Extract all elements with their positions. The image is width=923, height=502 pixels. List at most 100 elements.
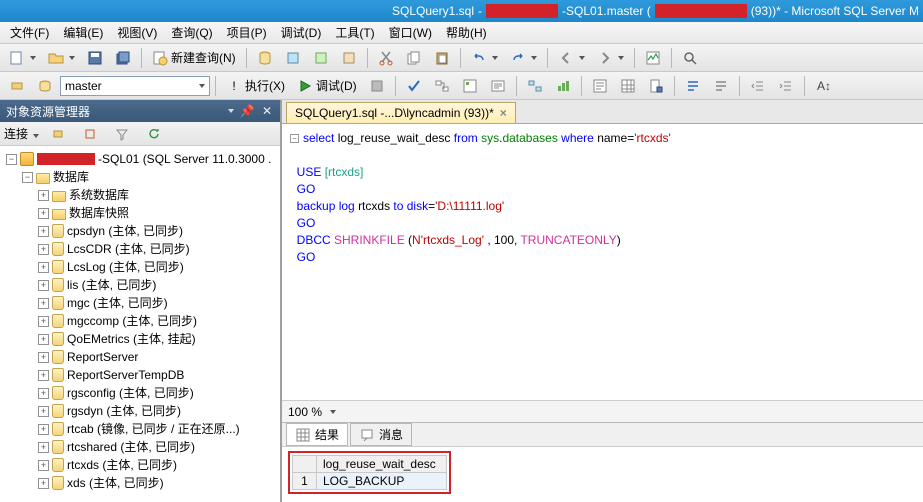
tree-db-item[interactable]: +lis (主体, 已同步) — [38, 276, 278, 294]
comment-button[interactable] — [680, 75, 706, 97]
menu-project[interactable]: 项目(P) — [221, 22, 273, 43]
tree-db-item[interactable]: +LcsLog (主体, 已同步) — [38, 258, 278, 276]
row-number[interactable]: 1 — [293, 473, 317, 490]
results-to-file-button[interactable] — [643, 75, 669, 97]
messages-tab[interactable]: 消息 — [350, 423, 412, 446]
tree-db-item[interactable]: +cpsdyn (主体, 已同步) — [38, 222, 278, 240]
tree-db-item[interactable]: +mgccomp (主体, 已同步) — [38, 312, 278, 330]
activity-icon — [645, 50, 661, 66]
results-to-grid-button[interactable] — [615, 75, 641, 97]
filter-button[interactable] — [109, 123, 135, 145]
folder-icon — [36, 173, 50, 184]
estimated-plan-button[interactable] — [429, 75, 455, 97]
results-grid[interactable]: log_reuse_wait_desc 1LOG_BACKUP — [282, 446, 923, 502]
specify-values-button[interactable]: A↕ — [810, 75, 836, 97]
menu-help[interactable]: 帮助(H) — [440, 22, 493, 43]
tree-db-item[interactable]: +rgsdyn (主体, 已同步) — [38, 402, 278, 420]
actual-plan-button[interactable] — [522, 75, 548, 97]
close-tab-button[interactable]: × — [500, 106, 507, 120]
available-db-button[interactable] — [32, 75, 58, 97]
menu-edit[interactable]: 编辑(E) — [57, 22, 109, 43]
database-icon — [52, 368, 64, 382]
decrease-indent-button[interactable] — [745, 75, 771, 97]
cut-button[interactable] — [373, 47, 399, 69]
uncomment-button[interactable] — [708, 75, 734, 97]
document-tab[interactable]: SQLQuery1.sql -...D\lyncadmin (93))* × — [286, 102, 516, 123]
results-to-text-button[interactable] — [587, 75, 613, 97]
copy-button[interactable] — [401, 47, 427, 69]
new-query-button[interactable]: 新建查询(N) — [147, 46, 241, 69]
activity-monitor-button[interactable] — [640, 47, 666, 69]
menu-query[interactable]: 查询(Q) — [165, 22, 218, 43]
results-tab[interactable]: 结果 — [286, 423, 348, 446]
open-folder-icon — [48, 50, 64, 66]
tree-db-item[interactable]: +LcsCDR (主体, 已同步) — [38, 240, 278, 258]
change-connection-button[interactable] — [4, 75, 30, 97]
cell-value[interactable]: LOG_BACKUP — [317, 473, 447, 490]
tree-db-item[interactable]: +mgc (主体, 已同步) — [38, 294, 278, 312]
zoom-level[interactable]: 100 % — [288, 405, 322, 419]
tree-db-item[interactable]: +rtcshared (主体, 已同步) — [38, 438, 278, 456]
undo-button[interactable] — [466, 47, 503, 69]
dmx-query-button[interactable] — [308, 47, 334, 69]
parse-button[interactable] — [401, 75, 427, 97]
nav-fwd-button[interactable] — [592, 47, 629, 69]
parse-icon — [406, 78, 422, 94]
tree-db-item[interactable]: +ReportServerTempDB — [38, 366, 278, 384]
cancel-query-button[interactable] — [364, 75, 390, 97]
menu-window[interactable]: 窗口(W) — [383, 22, 438, 43]
pin-icon[interactable]: 📌 — [240, 104, 254, 118]
tree-databases-folder[interactable]: −数据库 — [22, 168, 278, 186]
plug-icon — [50, 126, 66, 142]
tree-db-item[interactable]: +rtcab (镜像, 已同步 / 正在还原...) — [38, 420, 278, 438]
indent-icon — [778, 78, 794, 94]
tree-server-node[interactable]: −-SQL01 (SQL Server 11.0.3000 . — [6, 150, 278, 168]
increase-indent-button[interactable] — [773, 75, 799, 97]
tree-snapshot[interactable]: +数据库快照 — [38, 204, 278, 222]
save-button[interactable] — [82, 47, 108, 69]
tree-db-item[interactable]: +ReportServer — [38, 348, 278, 366]
undo-icon — [471, 50, 487, 66]
tree-db-item[interactable]: +QoEMetrics (主体, 挂起) — [38, 330, 278, 348]
debug-button[interactable]: 调试(D) — [292, 74, 362, 97]
redo-button[interactable] — [505, 47, 542, 69]
refresh-button[interactable] — [141, 123, 167, 145]
paste-button[interactable] — [429, 47, 455, 69]
sql-editor[interactable]: −select log_reuse_wait_desc from sys.dat… — [282, 124, 923, 400]
database-icon — [52, 224, 64, 238]
close-panel-button[interactable]: ✕ — [260, 104, 274, 118]
save-all-button[interactable] — [110, 47, 136, 69]
nav-back-button[interactable] — [553, 47, 590, 69]
disconnect-button[interactable] — [45, 123, 71, 145]
tree-db-item[interactable]: +xds (主体, 已同步) — [38, 474, 278, 492]
client-stats-button[interactable] — [550, 75, 576, 97]
new-project-button[interactable] — [4, 47, 41, 69]
filter-icon — [114, 126, 130, 142]
collapse-icon[interactable]: − — [290, 134, 299, 143]
copy-icon — [406, 50, 422, 66]
execute-button[interactable]: !执行(X) — [221, 74, 290, 97]
mdx-query-button[interactable] — [280, 47, 306, 69]
database-icon — [52, 458, 64, 472]
folder-icon — [52, 191, 66, 202]
menu-debug[interactable]: 调试(D) — [275, 22, 328, 43]
tree-db-item[interactable]: +rgsconfig (主体, 已同步) — [38, 384, 278, 402]
database-selector[interactable]: master — [60, 76, 210, 96]
query-options-button[interactable] — [457, 75, 483, 97]
connect-dropdown[interactable]: 连接 — [4, 125, 39, 142]
xmla-query-button[interactable] — [336, 47, 362, 69]
object-explorer-tree[interactable]: −-SQL01 (SQL Server 11.0.3000 . −数据库 +系统… — [0, 146, 280, 502]
window-title: SQLQuery1.sql - -SQL01.master ( (93))* -… — [392, 4, 919, 18]
open-button[interactable] — [43, 47, 80, 69]
menu-file[interactable]: 文件(F) — [4, 22, 55, 43]
menu-tools[interactable]: 工具(T) — [329, 22, 380, 43]
redacted-user — [655, 4, 747, 18]
tree-db-item[interactable]: +rtcxds (主体, 已同步) — [38, 456, 278, 474]
column-header[interactable]: log_reuse_wait_desc — [317, 456, 447, 473]
db-engine-query-button[interactable] — [252, 47, 278, 69]
intellisense-button[interactable] — [485, 75, 511, 97]
tree-system-db[interactable]: +系统数据库 — [38, 186, 278, 204]
find-button[interactable] — [677, 47, 703, 69]
stop-button[interactable] — [77, 123, 103, 145]
menu-view[interactable]: 视图(V) — [111, 22, 163, 43]
